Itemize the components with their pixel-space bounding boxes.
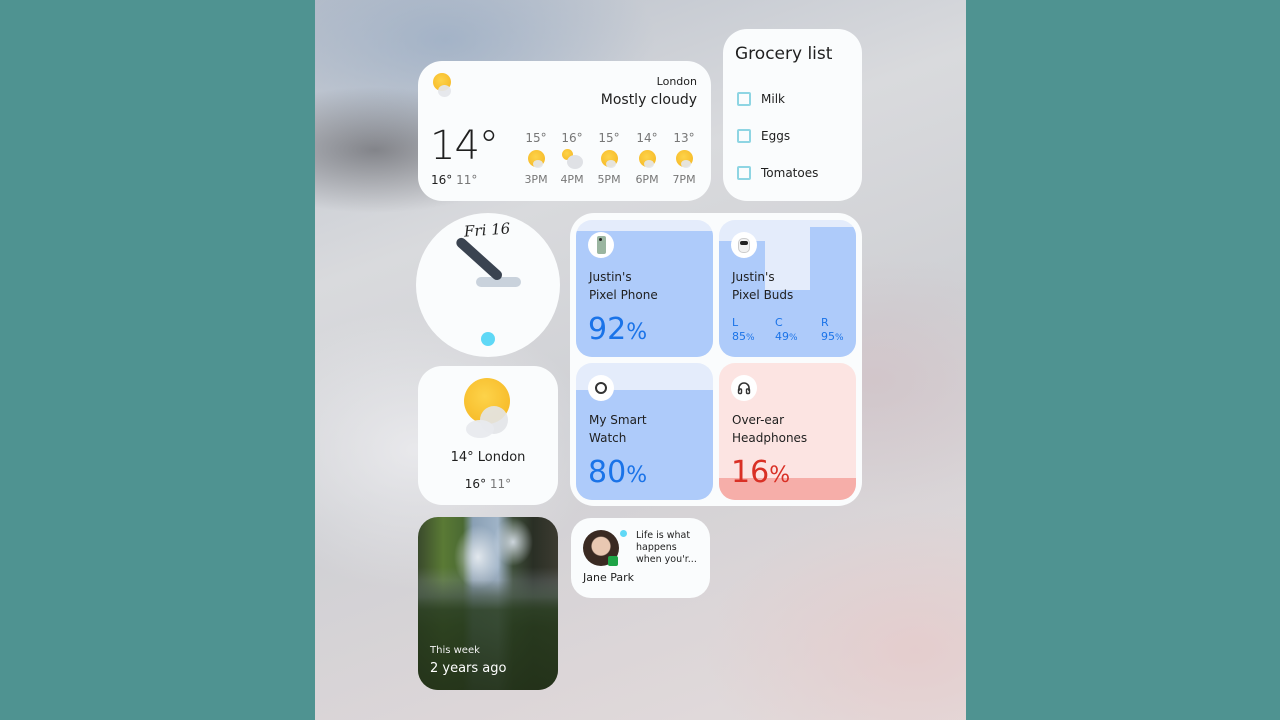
high-temp: 16° <box>464 477 487 491</box>
analog-clock-widget[interactable]: Fri 16 <box>416 213 560 357</box>
weather-city: London <box>656 75 697 88</box>
unread-dot <box>620 530 627 537</box>
battery-percent: 16% <box>731 455 791 490</box>
current-temperature: 14° <box>430 123 499 169</box>
partly-cloudy-icon <box>432 73 454 99</box>
partly-cloudy-icon <box>462 378 516 440</box>
mostly-cloudy-icon <box>562 149 583 169</box>
second-dot <box>481 332 495 346</box>
grocery-list-title: Grocery list <box>735 44 833 64</box>
hourly-forecast-item: 14° 6PM <box>627 131 667 186</box>
phone-icon <box>588 232 614 258</box>
high-low: 16° 11° <box>418 477 558 491</box>
device-over-ear-headphones[interactable]: Over-ear Headphones 16% <box>719 363 856 500</box>
hour-temp: 14° <box>636 131 658 145</box>
weather-summary: 14° London <box>450 450 526 465</box>
partly-sunny-icon <box>637 149 657 169</box>
device-name: Justin's Pixel Buds <box>732 270 794 302</box>
checkbox[interactable] <box>737 166 751 180</box>
hourly-forecast-item: 16° 4PM <box>552 131 592 186</box>
conversation-widget[interactable]: Life is what happens when you'r... Jane … <box>571 518 710 598</box>
grocery-item[interactable]: Eggs <box>737 129 790 143</box>
weather-condition: Mostly cloudy <box>600 92 697 108</box>
partly-sunny-icon <box>526 149 546 169</box>
grocery-item-label: Eggs <box>761 129 791 143</box>
bud-case: C 49% <box>775 316 798 343</box>
earbuds-icon <box>731 232 757 258</box>
headphones-icon <box>731 375 757 401</box>
message-preview: Life is what happens when you'r... <box>636 530 697 565</box>
hour-time: 5PM <box>597 173 621 186</box>
hour-time: 7PM <box>672 173 696 186</box>
hour-temp: 13° <box>673 131 695 145</box>
messages-app-icon <box>608 556 618 566</box>
grocery-list-widget[interactable]: Grocery list Milk Eggs Tomatoes <box>723 29 862 201</box>
battery-percent: 92% <box>588 312 648 347</box>
battery-percent: 80% <box>588 455 648 490</box>
minute-hand <box>454 235 505 283</box>
device-name: Justin's Pixel Phone <box>589 270 658 302</box>
photo-memories-widget[interactable]: This week 2 years ago <box>418 517 558 690</box>
photo-caption-small: This week <box>430 645 480 656</box>
hour-time: 3PM <box>524 173 548 186</box>
grocery-item[interactable]: Tomatoes <box>737 166 818 180</box>
high-temp: 16° <box>431 173 453 187</box>
bud-right: R 95% <box>821 316 844 343</box>
high-low: 16° 11° <box>431 173 477 187</box>
weather-small-widget[interactable]: 14° London 16° 11° <box>418 366 558 505</box>
hourly-forecast-item: 15° 5PM <box>589 131 629 186</box>
contact-name: Jane Park <box>583 571 634 584</box>
hour-temp: 15° <box>525 131 547 145</box>
device-name: My Smart Watch <box>589 413 647 445</box>
grocery-item-label: Milk <box>761 92 785 106</box>
low-temp: 11° <box>489 477 512 491</box>
battery-widget[interactable]: Justin's Pixel Phone 92% Justin's Pixel Bu… <box>570 213 862 506</box>
hour-temp: 15° <box>598 131 620 145</box>
checkbox[interactable] <box>737 129 751 143</box>
partly-sunny-icon <box>674 149 694 169</box>
grocery-item-label: Tomatoes <box>761 166 819 180</box>
device-pixel-buds[interactable]: Justin's Pixel Buds L 85% C 49% R 95% <box>719 220 856 357</box>
bud-left: L 85% <box>732 316 755 343</box>
device-smart-watch[interactable]: My Smart Watch 80% <box>576 363 713 500</box>
hourly-forecast-item: 13° 7PM <box>664 131 704 186</box>
hour-time: 6PM <box>635 173 659 186</box>
clock-date: Fri 16 <box>463 219 511 241</box>
watch-icon <box>588 375 614 401</box>
device-name: Over-ear Headphones <box>732 413 808 445</box>
partly-sunny-icon <box>599 149 619 169</box>
low-temp: 11° <box>456 173 478 187</box>
grocery-item[interactable]: Milk <box>737 92 785 106</box>
hour-temp: 16° <box>561 131 583 145</box>
weather-widget[interactable]: London Mostly cloudy 14° 16° 11° 15° 3PM… <box>418 61 711 201</box>
device-pixel-phone[interactable]: Justin's Pixel Phone 92% <box>576 220 713 357</box>
hour-time: 4PM <box>560 173 584 186</box>
photo-caption-large: 2 years ago <box>430 661 507 676</box>
hourly-forecast-item: 15° 3PM <box>516 131 556 186</box>
checkbox[interactable] <box>737 92 751 106</box>
